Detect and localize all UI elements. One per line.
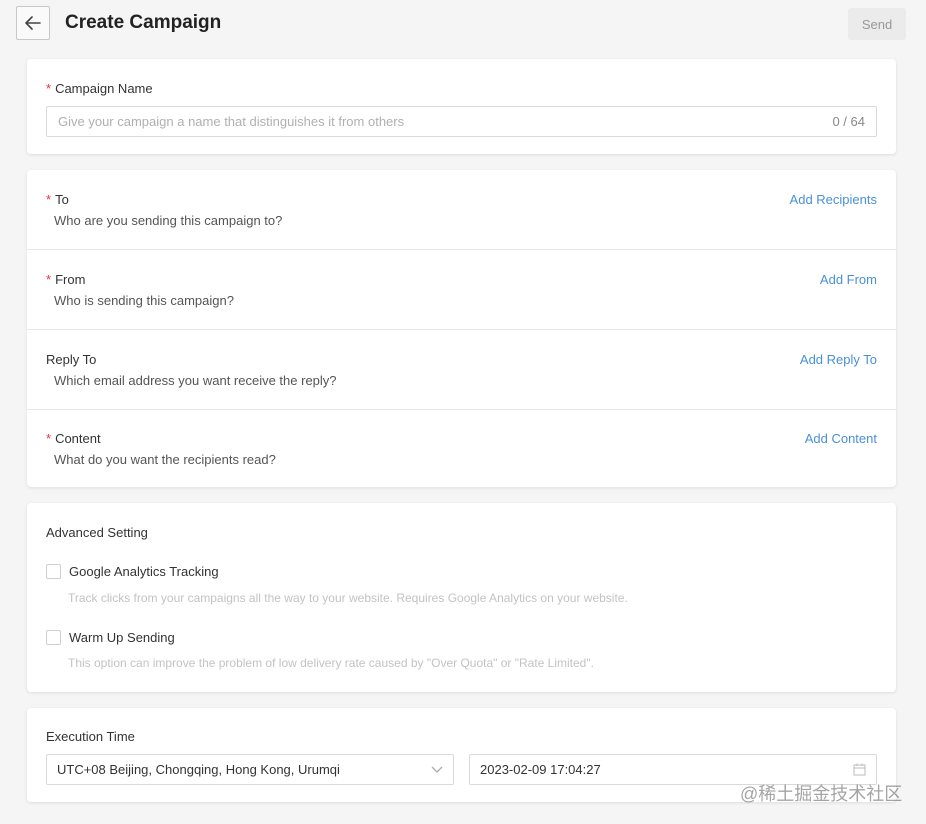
google-analytics-option: Google Analytics Tracking bbox=[46, 564, 219, 579]
calendar-icon bbox=[853, 763, 866, 776]
required-mark: * bbox=[46, 192, 52, 207]
section-content-label-row: * Content bbox=[46, 431, 101, 446]
campaign-name-placeholder: Give your campaign a name that distingui… bbox=[58, 114, 405, 129]
page-title: Create Campaign bbox=[65, 12, 222, 33]
timezone-value: UTC+08 Beijing, Chongqing, Hong Kong, Ur… bbox=[57, 762, 340, 777]
campaign-name-card: * Campaign Name Give your campaign a name… bbox=[27, 59, 896, 154]
add-reply-to-link[interactable]: Add Reply To bbox=[800, 352, 877, 367]
required-mark: * bbox=[46, 431, 52, 446]
google-analytics-checkbox[interactable] bbox=[46, 564, 61, 579]
section-from-label-row: * From bbox=[46, 272, 85, 287]
google-analytics-hint: Track clicks from your campaigns all the… bbox=[68, 591, 628, 605]
send-button[interactable]: Send bbox=[848, 8, 906, 40]
datetime-value: 2023-02-09 17:04:27 bbox=[480, 762, 601, 777]
section-from-description: Who is sending this campaign? bbox=[54, 293, 234, 308]
campaign-name-label-row: * Campaign Name bbox=[46, 80, 153, 98]
section-to: * To Who are you sending this campaign to… bbox=[27, 170, 896, 250]
section-content: * Content What do you want the recipients… bbox=[27, 410, 896, 487]
arrow-left-icon bbox=[25, 16, 41, 30]
add-content-link[interactable]: Add Content bbox=[805, 431, 877, 446]
required-mark: * bbox=[46, 272, 52, 287]
google-analytics-label: Google Analytics Tracking bbox=[69, 564, 219, 579]
warm-up-label: Warm Up Sending bbox=[69, 630, 175, 645]
add-from-link[interactable]: Add From bbox=[820, 272, 877, 287]
section-content-label: Content bbox=[55, 431, 101, 446]
section-to-label: To bbox=[55, 192, 69, 207]
watermark: @稀土掘金技术社区 bbox=[740, 784, 903, 804]
chevron-down-icon bbox=[431, 766, 443, 773]
section-reply-to-label: Reply To bbox=[46, 352, 97, 367]
section-reply-to-description: Which email address you want receive the… bbox=[54, 373, 337, 388]
campaign-name-input[interactable]: Give your campaign a name that distingui… bbox=[46, 106, 877, 137]
warm-up-hint: This option can improve the problem of l… bbox=[68, 656, 594, 670]
warm-up-option: Warm Up Sending bbox=[46, 630, 175, 645]
section-from: * From Who is sending this campaign? Add … bbox=[27, 250, 896, 330]
advanced-settings-card: Advanced Setting Google Analytics Tracki… bbox=[27, 503, 896, 692]
section-reply-to: Reply To Which email address you want re… bbox=[27, 330, 896, 410]
top-bar: Create Campaign Send bbox=[0, 0, 926, 50]
back-button[interactable] bbox=[16, 6, 50, 40]
character-counter: 0 / 64 bbox=[832, 114, 865, 129]
section-content-description: What do you want the recipients read? bbox=[54, 452, 276, 467]
required-mark: * bbox=[46, 81, 52, 96]
section-to-label-row: * To bbox=[46, 192, 69, 207]
execution-time-title: Execution Time bbox=[46, 729, 135, 744]
advanced-settings-title: Advanced Setting bbox=[46, 525, 148, 540]
section-from-label: From bbox=[55, 272, 86, 287]
add-recipients-link[interactable]: Add Recipients bbox=[790, 192, 877, 207]
warm-up-checkbox[interactable] bbox=[46, 630, 61, 645]
campaign-details-card: * To Who are you sending this campaign to… bbox=[27, 170, 896, 487]
timezone-select[interactable]: UTC+08 Beijing, Chongqing, Hong Kong, Ur… bbox=[46, 754, 454, 785]
campaign-name-label: Campaign Name bbox=[55, 81, 153, 96]
section-to-description: Who are you sending this campaign to? bbox=[54, 213, 283, 228]
